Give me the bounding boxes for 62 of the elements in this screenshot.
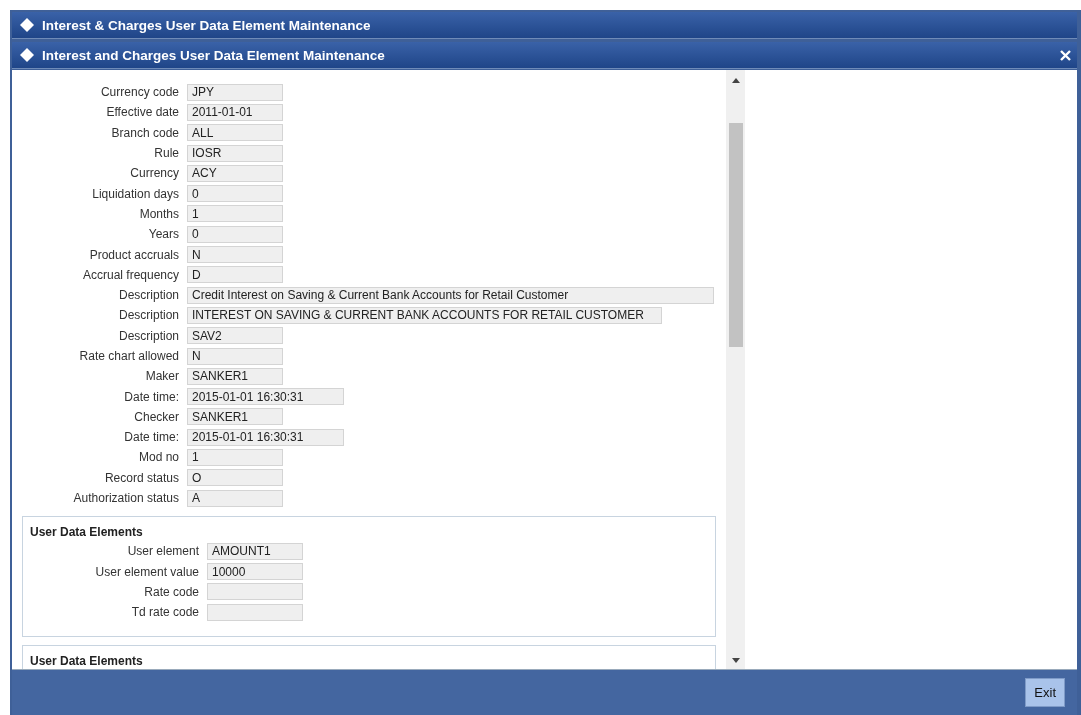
field-label: Years — [147, 227, 180, 242]
field-label: Date time: — [123, 389, 180, 404]
field-label: Td rate code — [130, 605, 200, 620]
field-label: Description — [117, 308, 180, 323]
scrollbar[interactable] — [726, 70, 745, 669]
input-field[interactable]: 1 — [187, 449, 283, 466]
field-label: Liquidation days — [91, 186, 180, 201]
input-field[interactable]: 2011-01-01 — [187, 103, 283, 121]
input-field[interactable]: SANKER1 — [187, 367, 283, 385]
input-field[interactable]: A — [187, 489, 283, 507]
diamond-icon — [20, 18, 34, 32]
field-label: Date time: — [123, 430, 180, 445]
input-field[interactable]: Credit Interest on Saving & Current Bank Accounts for Retail Customer — [187, 286, 714, 304]
field-label: Description — [117, 288, 180, 303]
field-label: User element value — [94, 564, 200, 579]
input-field[interactable]: 2015-01-01 16:30:31 — [187, 428, 344, 446]
input-field[interactable] — [207, 583, 303, 601]
down-arrow-icon[interactable] — [731, 658, 740, 663]
input-field[interactable]: ACY — [187, 164, 283, 182]
field-label: Months — [138, 206, 180, 221]
field-label: Description — [117, 328, 180, 343]
section-title: User Data Elements — [29, 525, 144, 542]
field-label: Currency — [129, 166, 180, 181]
input-field[interactable]: 2015-01-01 16:30:31 — [187, 388, 344, 406]
input-field[interactable]: D — [187, 266, 283, 284]
section-title: User Data Elements — [29, 654, 144, 669]
input-field[interactable]: 10000 — [207, 563, 303, 581]
field-label: Effective date — [105, 105, 180, 120]
window-title: Interest & Charges User Data Element Maintenance — [42, 17, 371, 33]
field-label: Mod no — [137, 450, 180, 465]
input-field[interactable]: AMOUNT1 — [207, 542, 303, 560]
input-field[interactable]: JPY — [187, 83, 283, 101]
input-field[interactable]: 0 — [187, 225, 283, 243]
field-label: Maker — [144, 369, 180, 384]
field-label: Rate code — [143, 584, 200, 599]
field-label: Rule — [153, 146, 180, 161]
input-field[interactable]: 0 — [187, 185, 283, 203]
input-field[interactable]: INTEREST ON SAVING & CURRENT BANK ACCOUNTS FOR RETAIL CUSTOMER — [187, 306, 662, 324]
input-field[interactable]: SAV2 — [187, 327, 283, 345]
diamond-icon — [20, 48, 34, 62]
scroll-thumb[interactable] — [728, 123, 743, 347]
field-label: Rate chart allowed — [78, 349, 180, 363]
field-label: Accrual frequency — [81, 267, 180, 282]
input-field[interactable]: IOSR — [187, 144, 283, 162]
input-field[interactable]: SANKER1 — [187, 408, 283, 426]
field-label: Record status — [103, 470, 180, 485]
field-label: Branch code — [110, 125, 180, 140]
input-field[interactable]: O — [187, 469, 283, 487]
input-field[interactable]: ALL — [187, 124, 283, 142]
close-icon[interactable] — [1060, 49, 1071, 61]
field-label: Product accruals — [88, 247, 180, 262]
input-field[interactable] — [207, 603, 303, 621]
field-label: Authorization status — [72, 491, 180, 506]
input-field[interactable]: N — [187, 246, 283, 263]
field-label: Currency code — [99, 85, 180, 100]
exit-button[interactable]: Exit — [1025, 678, 1065, 707]
input-field[interactable]: 1 — [187, 205, 283, 223]
field-label: Checker — [133, 409, 180, 424]
field-label: User element — [126, 544, 200, 559]
input-field[interactable]: N — [187, 347, 283, 365]
up-arrow-icon[interactable] — [731, 78, 740, 83]
dialog-title: Interest and Charges User Data Element Maintenance — [42, 47, 385, 63]
